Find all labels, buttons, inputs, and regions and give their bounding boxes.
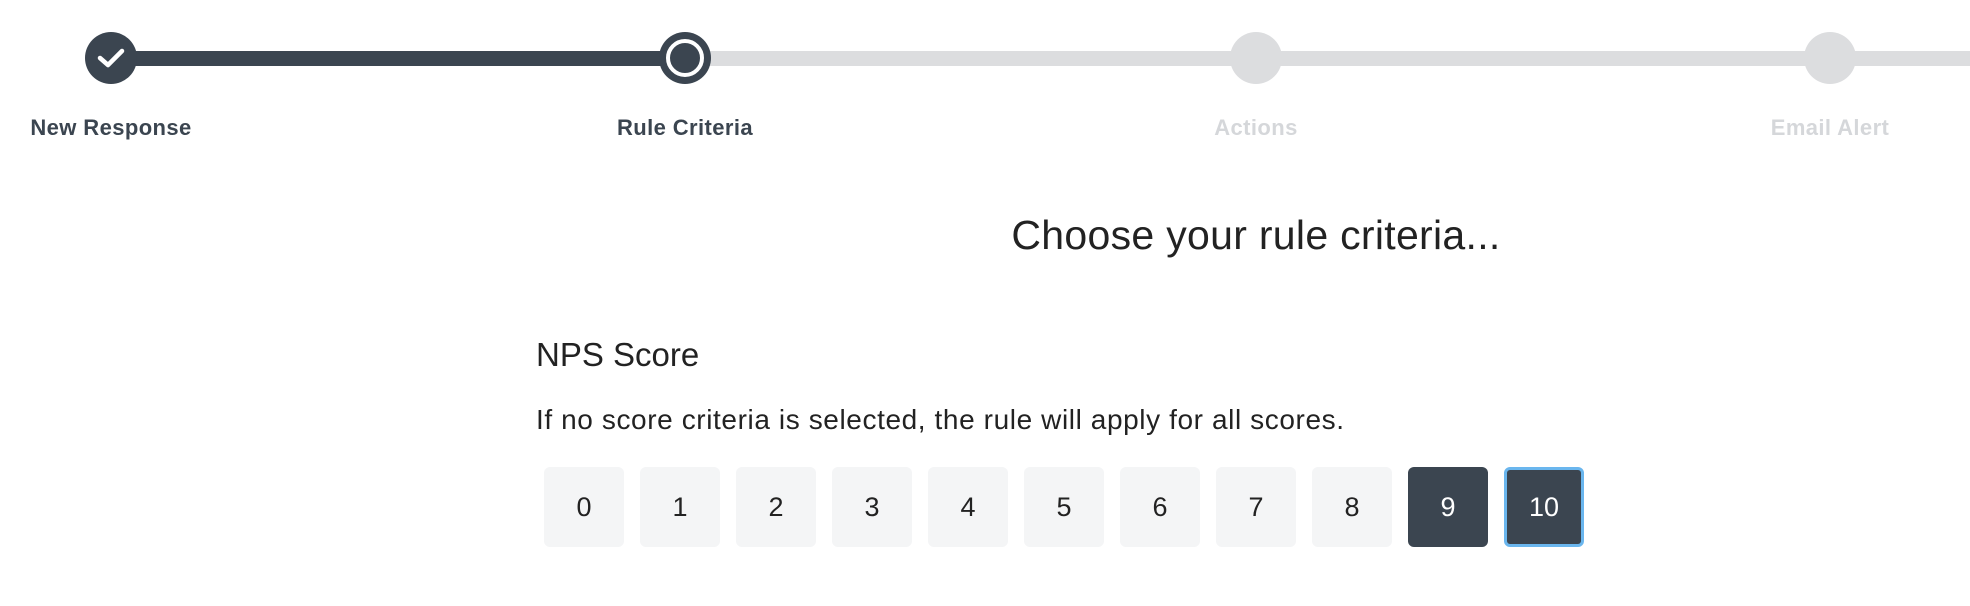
progress-stepper: New Response Rule Criteria Actions Email… bbox=[0, 0, 1970, 150]
step-rule-criteria-marker[interactable] bbox=[659, 32, 711, 84]
score-button-6[interactable]: 6 bbox=[1120, 467, 1200, 547]
nps-score-title: NPS Score bbox=[536, 336, 700, 373]
score-button-3[interactable]: 3 bbox=[832, 467, 912, 547]
score-button-7[interactable]: 7 bbox=[1216, 467, 1296, 547]
step-label-actions: Actions bbox=[1214, 115, 1298, 140]
nps-score-selector: 0 1 2 3 4 5 6 7 8 9 10 bbox=[544, 467, 1584, 547]
score-button-9[interactable]: 9 bbox=[1408, 467, 1488, 547]
score-button-8[interactable]: 8 bbox=[1312, 467, 1392, 547]
score-button-10[interactable]: 10 bbox=[1504, 467, 1584, 547]
nps-score-hint: If no score criteria is selected, the ru… bbox=[536, 404, 1345, 435]
page-heading: Choose your rule criteria... bbox=[1011, 212, 1501, 258]
step-new-response-marker[interactable] bbox=[85, 32, 137, 84]
score-button-4[interactable]: 4 bbox=[928, 467, 1008, 547]
score-button-5[interactable]: 5 bbox=[1024, 467, 1104, 547]
score-button-2[interactable]: 2 bbox=[736, 467, 816, 547]
step-label-email-alert: Email Alert bbox=[1770, 115, 1890, 140]
score-button-1[interactable]: 1 bbox=[640, 467, 720, 547]
step-label-new-response[interactable]: New Response bbox=[30, 115, 191, 141]
score-button-0[interactable]: 0 bbox=[544, 467, 624, 547]
step-label-rule-criteria[interactable]: Rule Criteria bbox=[617, 115, 753, 141]
check-icon bbox=[97, 48, 125, 68]
step-actions-marker bbox=[1230, 32, 1282, 84]
current-step-ring bbox=[666, 39, 704, 77]
stepper-track-completed bbox=[111, 51, 685, 66]
step-email-alert-marker bbox=[1804, 32, 1856, 84]
